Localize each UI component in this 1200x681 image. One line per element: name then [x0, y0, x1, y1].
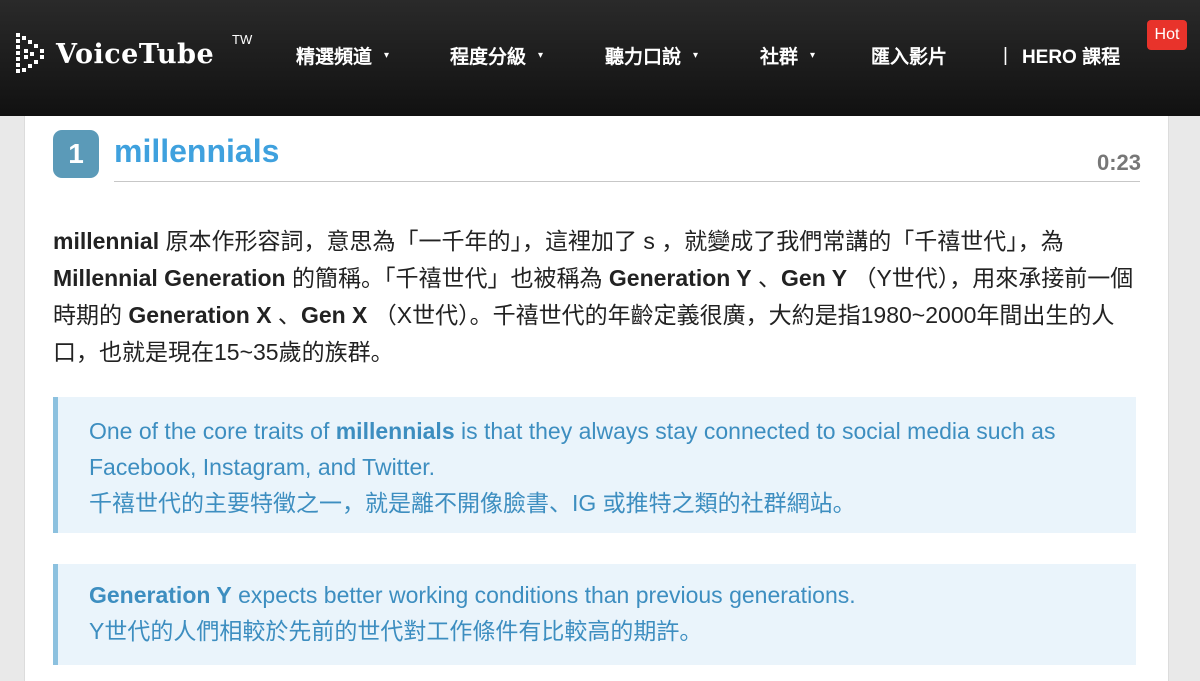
video-timestamp[interactable]: 0:23	[1097, 150, 1141, 176]
explanation-text: 、	[271, 302, 301, 328]
vocab-word[interactable]: millennials	[114, 133, 279, 170]
nav-item-label: 社群	[760, 47, 799, 68]
example-chinese: Y世代的人們相較於先前的世代對工作條件有比較高的期許。	[89, 618, 703, 644]
nav-item-label: 精選頻道	[296, 47, 373, 68]
explanation-keyword: millennial	[53, 228, 160, 254]
chevron-down-icon: ▾	[810, 50, 816, 61]
nav-item-label: HERO 課程	[1021, 47, 1121, 68]
example-english: One of the core traits of millennials is…	[89, 418, 1056, 480]
explanation-keyword: Gen X	[300, 302, 368, 328]
nav-import-video[interactable]: 匯入影片	[871, 42, 947, 69]
nav-item-label: 聽力口說	[605, 47, 682, 68]
chevron-down-icon: ▾	[384, 50, 390, 61]
explanation-keyword: Millennial Generation	[53, 265, 286, 291]
explanation-keyword: Generation X	[128, 302, 272, 328]
example-sentence: One of the core traits of millennials is…	[53, 397, 1136, 533]
title-divider	[114, 181, 1140, 182]
highlighted-term: millennials	[335, 418, 455, 444]
entry-number-badge: 1	[53, 130, 99, 178]
nav-separator: |	[1003, 44, 1008, 66]
explanation-text: 的簡稱。「千禧世代」也被稱為	[285, 265, 609, 291]
voicetube-play-icon	[16, 33, 44, 73]
chevron-down-icon: ▾	[538, 50, 544, 61]
nav-item-label: 匯入影片	[871, 47, 948, 68]
hot-badge: Hot	[1147, 20, 1187, 50]
nav-featured-channels[interactable]: 精選頻道 ▾	[296, 42, 389, 69]
explanation-text: 、	[751, 265, 782, 291]
example-chinese: 千禧世代的主要特徵之一，就是離不開像臉書、IG 或推特之類的社群網站。	[89, 490, 856, 516]
word-explanation: millennial 原本作形容詞，意思為「一千年的」，這裡加了 s ，就變成了…	[53, 223, 1143, 371]
nav-community[interactable]: 社群 ▾	[760, 42, 815, 69]
logo-region-label: TW	[232, 32, 253, 47]
explanation-keyword: Gen Y	[781, 265, 848, 291]
nav-levels[interactable]: 程度分級 ▾	[450, 42, 543, 69]
nav-item-label: 程度分級	[450, 47, 527, 68]
nav-listening-speaking[interactable]: 聽力口說 ▾	[605, 42, 698, 69]
explanation-keyword: Generation Y	[608, 265, 752, 291]
logo-text: VoiceTube	[56, 38, 215, 70]
voicetube-logo[interactable]: VoiceTube TW	[14, 30, 252, 78]
highlighted-term: Generation Y	[89, 582, 232, 608]
chevron-down-icon: ▾	[693, 50, 699, 61]
vocab-card: 1 millennials 0:23 millennial 原本作形容詞，意思為…	[24, 116, 1169, 681]
nav-hero-course[interactable]: | HERO 課程	[1003, 42, 1120, 69]
example-sentence: Generation Y expects better working cond…	[53, 564, 1136, 665]
explanation-text: 原本作形容詞，意思為「一千年的」，這裡加了 s ，就變成了我們常講的「千禧世代」…	[159, 228, 1064, 254]
example-english: Generation Y expects better working cond…	[89, 582, 856, 608]
top-navbar: VoiceTube TW 精選頻道 ▾ 程度分級 ▾ 聽力口說 ▾ 社群 ▾ 匯…	[0, 0, 1200, 116]
